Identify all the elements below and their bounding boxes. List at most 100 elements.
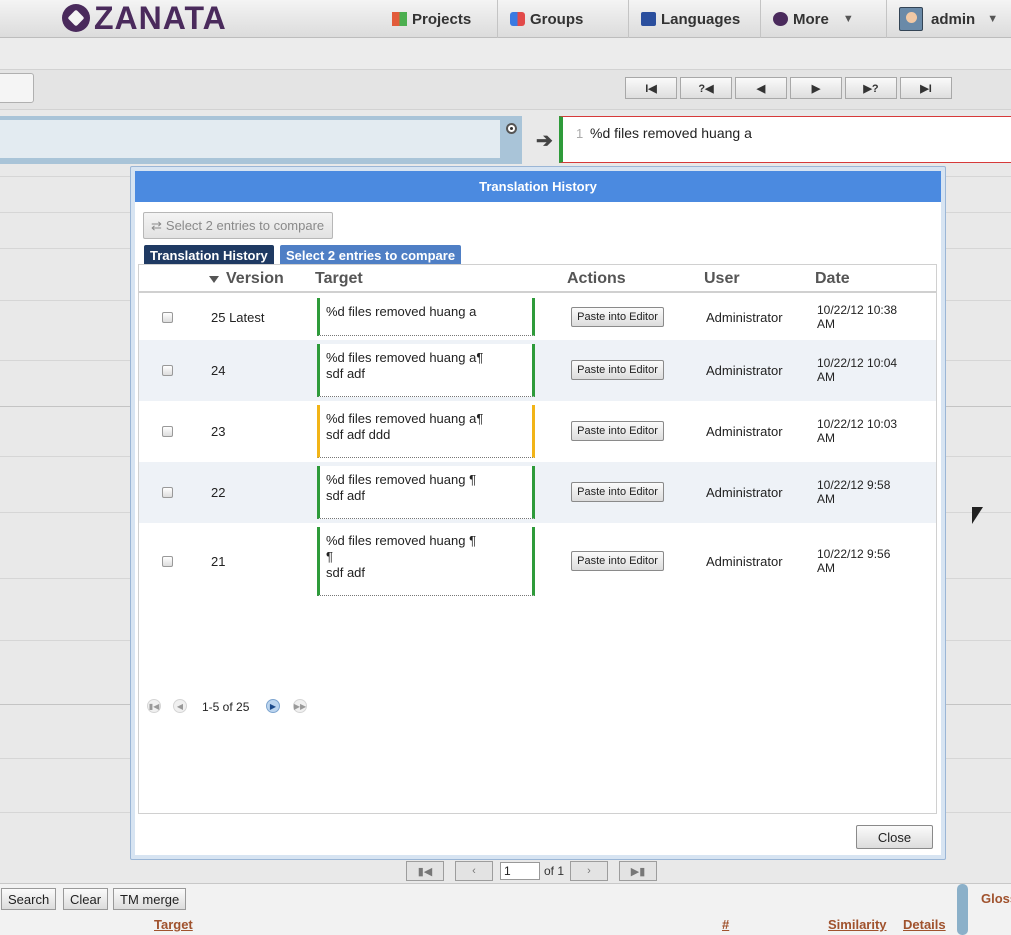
tm-details-header[interactable]: Details (903, 917, 946, 932)
nav-groups-label: Groups (530, 10, 584, 28)
nav-projects[interactable]: Projects (380, 0, 498, 38)
target-line: %d files removed huang ¶ (326, 533, 477, 548)
first-entry-button[interactable]: I◀ (625, 77, 677, 99)
target-line: ¶ (326, 549, 333, 564)
first-page-button[interactable]: ▮◀ (406, 861, 444, 881)
compare-icon: ⇄ (151, 217, 162, 233)
next-page-button[interactable]: › (570, 861, 608, 881)
history-first-page-icon[interactable]: ▮◀ (147, 699, 161, 713)
row-version: 21 (211, 554, 226, 569)
row-target: %d files removed huang a¶ sdf adf ddd (317, 405, 535, 458)
mouse-cursor-icon (972, 507, 983, 524)
prev-page-button[interactable]: ‹ (455, 861, 493, 881)
row-version: 24 (211, 363, 226, 378)
row-select-checkbox[interactable] (162, 426, 173, 437)
date-line: AM (817, 431, 835, 445)
sort-desc-icon[interactable] (209, 276, 219, 283)
row-select-checkbox[interactable] (162, 556, 173, 567)
last-page-button[interactable]: ▶▮ (619, 861, 657, 881)
search-button[interactable]: Search (1, 888, 57, 910)
row-user: Administrator (706, 310, 783, 325)
nav-more[interactable]: More ▼ (760, 0, 886, 38)
clear-button[interactable]: Clear (63, 888, 109, 910)
panel-scrollbar[interactable] (957, 884, 968, 935)
logo-text: ZANATA (94, 0, 227, 36)
next-fuzzy-button[interactable]: ▶? (845, 77, 897, 99)
editor-header-strip (0, 38, 1011, 70)
row-date: 10/22/12 10:03 AM (817, 417, 917, 445)
more-icon (773, 12, 788, 26)
target-line: %d files removed huang a¶ (326, 411, 484, 426)
close-button[interactable]: Close (856, 825, 933, 849)
row-select-checkbox[interactable] (162, 487, 173, 498)
date-line: AM (817, 317, 835, 331)
row-version: 22 (211, 485, 226, 500)
paste-into-editor-button[interactable]: Paste into Editor (571, 307, 664, 327)
next-entry-button[interactable]: ▶ (790, 77, 842, 99)
paste-into-editor-button[interactable]: Paste into Editor (571, 421, 664, 441)
paste-into-editor-button[interactable]: Paste into Editor (571, 551, 664, 571)
row-target: %d files removed huang a (317, 298, 535, 336)
target-line-number: 1 (576, 126, 584, 141)
user-menu[interactable]: admin ▼ (886, 0, 1011, 38)
prev-fuzzy-button[interactable]: ?◀ (680, 77, 732, 99)
last-entry-button[interactable]: ▶I (900, 77, 952, 99)
prev-entry-button[interactable]: ◀ (735, 77, 787, 99)
tm-similarity-header[interactable]: Similarity (828, 917, 887, 932)
row-target: %d files removed huang ¶ sdf adf (317, 466, 535, 519)
history-last-page-icon[interactable]: ▶▶ (293, 699, 307, 713)
groups-icon (510, 12, 525, 26)
zanata-logo[interactable]: ZANATA (62, 2, 227, 34)
history-prev-page-icon[interactable]: ◀ (173, 699, 187, 713)
row-user: Administrator (706, 485, 783, 500)
glossary-header: Gloss (981, 891, 1011, 906)
history-page-range: 1-5 of 25 (202, 700, 250, 714)
top-nav-bar: ZANATA Projects Groups Languages More ▼ … (0, 0, 1011, 38)
nav-languages[interactable]: Languages (628, 0, 760, 38)
user-name: admin (931, 10, 976, 28)
date-line: 10/22/12 10:38 (817, 303, 898, 317)
row-version: 25 Latest (211, 310, 265, 325)
row-select-checkbox[interactable] (162, 365, 173, 376)
column-actions: Actions (567, 270, 626, 287)
target-line: %d files removed huang a¶ (326, 350, 484, 365)
copy-arrow-icon[interactable]: ➔ (536, 128, 553, 153)
source-select-radio[interactable] (506, 123, 517, 134)
compare-button-label: Select 2 entries to compare (165, 218, 325, 233)
date-line: AM (817, 561, 835, 575)
paste-into-editor-button[interactable]: Paste into Editor (571, 482, 664, 502)
dialog-title: Translation History (135, 171, 941, 202)
row-date: 10/22/12 10:04 AM (817, 356, 917, 384)
source-text-area[interactable] (0, 120, 500, 158)
history-next-page-icon[interactable]: ▶ (266, 699, 280, 713)
tm-merge-button[interactable]: TM merge (113, 888, 187, 910)
row-user: Administrator (706, 424, 783, 439)
filter-input[interactable] (0, 73, 34, 103)
projects-icon (392, 12, 407, 26)
tm-target-header[interactable]: Target (154, 917, 193, 932)
nav-projects-label: Projects (412, 10, 472, 28)
row-date: 10/22/12 9:56 AM (817, 547, 917, 575)
row-target: %d files removed huang ¶ ¶ sdf adf (317, 527, 535, 596)
zanata-logo-icon (62, 4, 90, 32)
target-line: %d files removed huang a (326, 304, 477, 319)
column-version[interactable]: Version (226, 270, 284, 288)
column-user: User (704, 270, 740, 287)
target-text[interactable]: %d files removed huang a (590, 125, 752, 141)
page-number-input[interactable]: 1 (500, 862, 540, 880)
avatar (899, 7, 923, 31)
target-line: %d files removed huang ¶ (326, 472, 477, 487)
row-date: 10/22/12 9:58 AM (817, 478, 917, 506)
paste-into-editor-button[interactable]: Paste into Editor (571, 360, 664, 380)
tab-compare[interactable]: Select 2 entries to compare (280, 245, 462, 265)
tab-translation-history[interactable]: Translation History (144, 245, 274, 265)
row-date: 10/22/12 10:38 AM (817, 303, 917, 331)
column-date: Date (815, 270, 850, 287)
nav-languages-label: Languages (661, 10, 741, 28)
target-line: sdf adf (326, 366, 366, 381)
nav-groups[interactable]: Groups (497, 0, 628, 38)
row-user: Administrator (706, 363, 783, 378)
tm-count-header[interactable]: # (722, 917, 729, 932)
row-select-checkbox[interactable] (162, 312, 173, 323)
row-version: 23 (211, 424, 226, 439)
